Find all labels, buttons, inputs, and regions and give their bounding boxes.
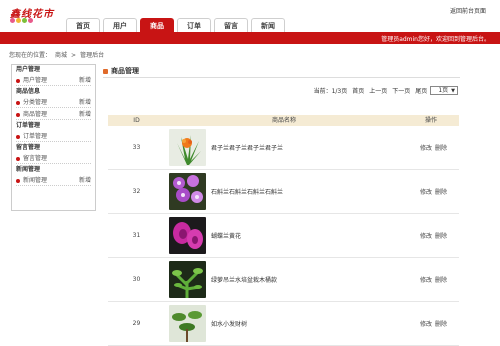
sidebar-add-link[interactable]: 新增: [79, 109, 91, 119]
product-name: 蝴蝶兰黄花: [211, 233, 242, 240]
product-name: 君子兰君子兰君子兰君子兰: [211, 145, 284, 152]
sidebar-item-label[interactable]: 留言管理: [23, 155, 47, 162]
pager-first-link[interactable]: 首页: [352, 86, 364, 95]
chevron-down-icon: ▼: [451, 87, 455, 94]
sidebar-item-order-manage[interactable]: 订单管理: [16, 131, 91, 142]
product-table: ID 商品名称 操作 33 君子兰君子兰君子兰君子兰 修改 删除 32 石斛兰石…: [108, 115, 459, 346]
sidebar-item-label[interactable]: 用户管理: [23, 77, 47, 84]
sidebar-group-title: 留言管理: [16, 144, 41, 151]
sidebar-item-message-manage[interactable]: 留言管理: [16, 153, 91, 164]
pager-next-link[interactable]: 下一页: [392, 86, 410, 95]
delete-link[interactable]: 删除: [435, 277, 447, 284]
pager-prev-link[interactable]: 上一页: [369, 86, 387, 95]
pagination: 当前：1/3页 首页 上一页 下一页 尾页 1页 ▼: [309, 86, 458, 95]
edit-link[interactable]: 修改: [420, 277, 432, 284]
sidebar-item-label[interactable]: 商品管理: [23, 111, 47, 118]
table-row: 29 如水小发财树 修改 删除: [108, 302, 459, 346]
product-thumbnail[interactable]: [169, 261, 206, 298]
sidebar-item-label[interactable]: 新闻管理: [23, 177, 47, 184]
sidebar-item-user-manage[interactable]: 用户管理 新增: [16, 75, 91, 86]
product-name: 石斛兰石斛兰石斛兰石斛兰: [211, 189, 284, 196]
sidebar-add-link[interactable]: 新增: [79, 75, 91, 85]
edit-link[interactable]: 修改: [420, 145, 432, 152]
product-name: 绿萝吊兰水培盆栽木桶款: [211, 277, 278, 284]
sidebar-item-label[interactable]: 订单管理: [23, 133, 47, 140]
pager-current: 当前：1/3页: [313, 88, 348, 95]
sidebar-item-category-manage[interactable]: 分类管理 新增: [16, 97, 91, 108]
breadcrumb-prefix: 您现在的位置：: [9, 52, 52, 59]
page-title-text: 商品管理: [111, 67, 139, 75]
col-header-ops: 操作: [424, 117, 437, 124]
tab-users[interactable]: 用户: [103, 18, 137, 33]
delete-link[interactable]: 删除: [435, 321, 447, 328]
cell-id: 31: [132, 232, 141, 239]
bullet-icon: [16, 134, 20, 139]
sidebar-item-product-manage[interactable]: 商品管理 新增: [16, 109, 91, 120]
sidebar-add-link[interactable]: 新增: [79, 175, 91, 185]
welcome-text: 管理员admin您好，欢迎回到管理后台。: [381, 36, 490, 43]
main-nav: 首页 用户 商品 订单 留言 新闻: [66, 18, 288, 33]
breadcrumb: 您现在的位置： 商城 > 管理后台: [9, 50, 108, 59]
edit-link[interactable]: 修改: [420, 321, 432, 328]
cell-id: 30: [132, 276, 141, 283]
bullet-icon: [16, 78, 20, 83]
table-row: 30 绿萝吊兰水培盆栽木桶款 修改 删除: [108, 258, 459, 302]
breadcrumb-separator: >: [71, 52, 77, 59]
table-header: ID 商品名称 操作: [108, 115, 459, 126]
product-name: 如水小发财树: [211, 321, 248, 328]
tab-news[interactable]: 新闻: [251, 18, 285, 33]
pager-last-link[interactable]: 尾页: [415, 86, 427, 95]
sidebar-item-news-manage[interactable]: 新闻管理 新增: [16, 175, 91, 186]
section-square-icon: [103, 68, 108, 74]
product-thumbnail[interactable]: [169, 173, 206, 210]
cell-id: 32: [132, 188, 141, 195]
top-header: 鑫线花市 返回前台页面 首页 用户 商品 订单 留言 新闻: [0, 0, 500, 33]
edit-link[interactable]: 修改: [420, 189, 432, 196]
page-select[interactable]: 1页 ▼: [430, 86, 458, 95]
col-header-id: ID: [133, 117, 140, 124]
divider: [103, 77, 460, 78]
bullet-icon: [16, 112, 20, 117]
sidebar-add-link[interactable]: 新增: [79, 97, 91, 107]
bullet-icon: [16, 178, 20, 183]
cell-id: 33: [132, 144, 141, 151]
tab-orders[interactable]: 订单: [177, 18, 211, 33]
bullet-icon: [16, 100, 20, 105]
table-row: 33 君子兰君子兰君子兰君子兰 修改 删除: [108, 126, 459, 170]
page-title: 商品管理: [103, 66, 139, 76]
welcome-bar: 管理员admin您好，欢迎回到管理后台。: [0, 32, 500, 44]
tab-products[interactable]: 商品: [140, 18, 174, 33]
delete-link[interactable]: 删除: [435, 189, 447, 196]
back-to-frontend-link[interactable]: 返回前台页面: [450, 6, 486, 15]
product-thumbnail[interactable]: [169, 305, 206, 342]
table-row: 31 蝴蝶兰黄花 修改 删除: [108, 214, 459, 258]
sidebar-group-title: 用户管理: [16, 66, 41, 73]
page-select-value: 1页: [438, 86, 449, 94]
breadcrumb-current: 管理后台: [80, 52, 105, 59]
sidebar-group-title: 新闻管理: [16, 166, 41, 173]
breadcrumb-home[interactable]: 商城: [55, 52, 67, 59]
sidebar-group-title: 订单管理: [16, 122, 41, 129]
col-header-name: 商品名称: [271, 117, 296, 124]
sidebar: 用户管理 用户管理 新增 商品信息 分类管理 新增 商品管理 新增 订单管理 订…: [11, 64, 96, 211]
table-row: 32 石斛兰石斛兰石斛兰石斛兰 修改 删除: [108, 170, 459, 214]
product-thumbnail[interactable]: [169, 217, 206, 254]
bullet-icon: [16, 156, 20, 161]
product-thumbnail[interactable]: [169, 129, 206, 166]
sidebar-group-title: 商品信息: [16, 88, 41, 95]
logo-flower-icon: [10, 18, 42, 24]
tab-messages[interactable]: 留言: [214, 18, 248, 33]
edit-link[interactable]: 修改: [420, 233, 432, 240]
tab-home[interactable]: 首页: [66, 18, 100, 33]
sidebar-item-label[interactable]: 分类管理: [23, 99, 47, 106]
delete-link[interactable]: 删除: [435, 233, 447, 240]
delete-link[interactable]: 删除: [435, 145, 447, 152]
cell-id: 29: [132, 320, 141, 327]
